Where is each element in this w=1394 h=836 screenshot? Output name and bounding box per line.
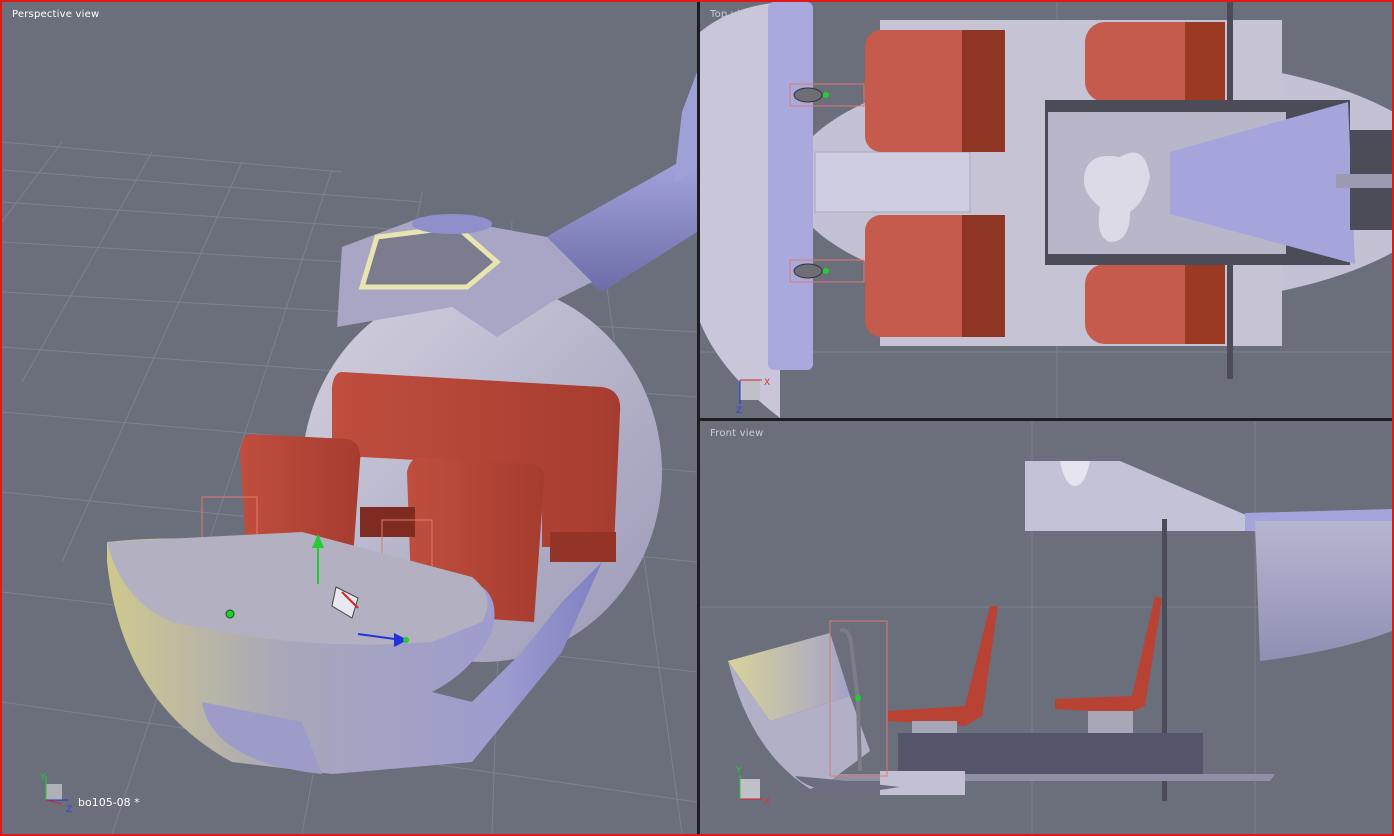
axis-indicator: Y Z xyxy=(39,773,72,815)
perspective-scene[interactable]: Y Z xyxy=(2,2,697,834)
x-axis-label: X xyxy=(764,378,770,388)
top-viewport[interactable]: Top view X Z xyxy=(700,2,1392,418)
top-view-label: Top view xyxy=(710,9,755,20)
perspective-viewport[interactable]: Perspective view Y Z bo105-08 * xyxy=(2,2,697,834)
document-name: bo105-08 * xyxy=(78,796,140,809)
front-nose xyxy=(728,633,900,793)
x-axis-label-front: X xyxy=(764,797,770,807)
y-axis-label: Y xyxy=(39,773,46,783)
pivot-point[interactable] xyxy=(225,609,235,619)
front-viewport[interactable]: Front view Y X xyxy=(700,421,1392,834)
front-seats xyxy=(888,596,1162,733)
front-axis-indicator: Y X xyxy=(735,766,770,807)
z-axis-label-top: Z xyxy=(736,406,742,416)
y-axis-label-front: Y xyxy=(735,766,742,776)
z-axis-label: Z xyxy=(66,805,72,815)
front-scene[interactable]: Y X xyxy=(700,421,1392,834)
front-view-label: Front view xyxy=(710,428,764,439)
top-scene[interactable]: X Z xyxy=(700,2,1392,418)
viewport-divider-horizontal[interactable] xyxy=(700,418,1392,421)
perspective-view-label: Perspective view xyxy=(12,9,100,20)
